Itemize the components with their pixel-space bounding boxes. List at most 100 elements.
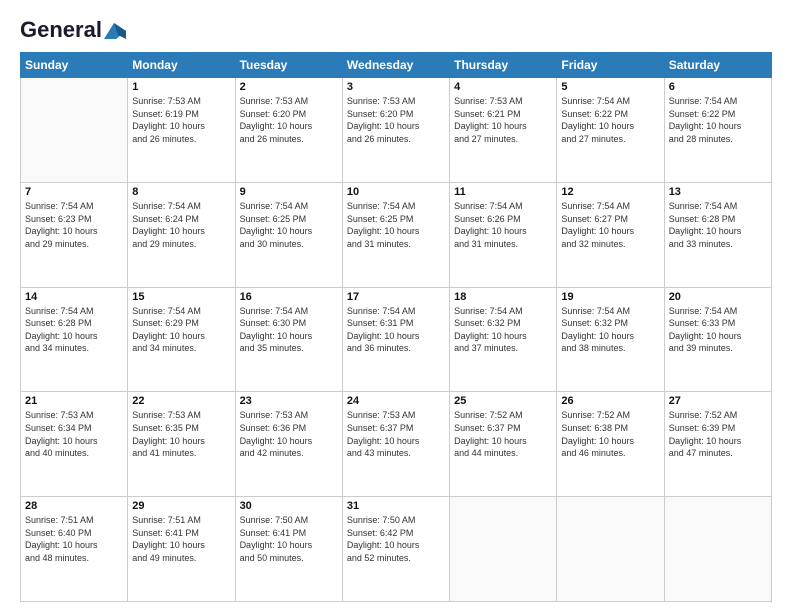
day-info: Sunrise: 7:54 AM Sunset: 6:31 PM Dayligh… [347, 305, 445, 355]
day-number: 4 [454, 81, 552, 93]
calendar-cell: 23 Sunrise: 7:53 AM Sunset: 6:36 PM Dayli… [235, 392, 342, 497]
calendar-cell: 26Sunrise: 7:52 AM Sunset: 6:38 PM Dayli… [557, 392, 664, 497]
day-number: 19 [561, 291, 659, 303]
calendar-cell: 4 Sunrise: 7:53 AM Sunset: 6:21 PM Daylig… [450, 78, 557, 183]
day-info: Sunrise: 7:53 AM Sunset: 6:21 PM Dayligh… [454, 95, 552, 145]
calendar-cell: 20 Sunrise: 7:54 AM Sunset: 6:33 PM Dayli… [664, 287, 771, 392]
calendar-cell [664, 497, 771, 602]
calendar-cell [21, 78, 128, 183]
calendar-cell: 18 Sunrise: 7:54 AM Sunset: 6:32 PM Dayli… [450, 287, 557, 392]
day-info: Sunrise: 7:54 AM Sunset: 6:24 PM Dayligh… [132, 200, 230, 250]
day-number: 10 [347, 186, 445, 198]
day-info: Sunrise: 7:52 AM Sunset: 6:39 PM Dayligh… [669, 409, 767, 459]
day-number: 20 [669, 291, 767, 303]
day-info: Sunrise: 7:54 AM Sunset: 6:32 PM Dayligh… [561, 305, 659, 355]
day-number: 15 [132, 291, 230, 303]
calendar-cell: 6 Sunrise: 7:54 AM Sunset: 6:22 PM Daylig… [664, 78, 771, 183]
calendar-week-row: 28 Sunrise: 7:51 AM Sunset: 6:40 PM Dayli… [21, 497, 772, 602]
col-header-thursday: Thursday [450, 53, 557, 78]
calendar-cell: 28 Sunrise: 7:51 AM Sunset: 6:40 PM Dayli… [21, 497, 128, 602]
page: General SundayMondayTuesdayWednesdayThur… [0, 0, 792, 612]
calendar-cell: 21 Sunrise: 7:53 AM Sunset: 6:34 PM Dayli… [21, 392, 128, 497]
calendar-cell: 31Sunrise: 7:50 AM Sunset: 6:42 PM Dayli… [342, 497, 449, 602]
col-header-wednesday: Wednesday [342, 53, 449, 78]
day-number: 16 [240, 291, 338, 303]
day-number: 25 [454, 395, 552, 407]
day-number: 7 [25, 186, 123, 198]
day-info: Sunrise: 7:54 AM Sunset: 6:28 PM Dayligh… [669, 200, 767, 250]
calendar-week-row: 14 Sunrise: 7:54 AM Sunset: 6:28 PM Dayli… [21, 287, 772, 392]
day-number: 12 [561, 186, 659, 198]
col-header-saturday: Saturday [664, 53, 771, 78]
calendar-cell: 22 Sunrise: 7:53 AM Sunset: 6:35 PM Dayli… [128, 392, 235, 497]
day-number: 30 [240, 500, 338, 512]
day-info: Sunrise: 7:51 AM Sunset: 6:41 PM Dayligh… [132, 514, 230, 564]
day-info: Sunrise: 7:51 AM Sunset: 6:40 PM Dayligh… [25, 514, 123, 564]
col-header-friday: Friday [557, 53, 664, 78]
calendar-header-row: SundayMondayTuesdayWednesdayThursdayFrid… [21, 53, 772, 78]
day-info: Sunrise: 7:50 AM Sunset: 6:42 PM Dayligh… [347, 514, 445, 564]
day-info: Sunrise: 7:53 AM Sunset: 6:34 PM Dayligh… [25, 409, 123, 459]
day-info: Sunrise: 7:54 AM Sunset: 6:28 PM Dayligh… [25, 305, 123, 355]
calendar-week-row: 21 Sunrise: 7:53 AM Sunset: 6:34 PM Dayli… [21, 392, 772, 497]
calendar-cell: 27 Sunrise: 7:52 AM Sunset: 6:39 PM Dayli… [664, 392, 771, 497]
day-info: Sunrise: 7:52 AM Sunset: 6:38 PM Dayligh… [561, 409, 659, 459]
calendar-cell: 24Sunrise: 7:53 AM Sunset: 6:37 PM Dayli… [342, 392, 449, 497]
day-number: 8 [132, 186, 230, 198]
day-info: Sunrise: 7:54 AM Sunset: 6:32 PM Dayligh… [454, 305, 552, 355]
day-info: Sunrise: 7:54 AM Sunset: 6:33 PM Dayligh… [669, 305, 767, 355]
day-info: Sunrise: 7:54 AM Sunset: 6:30 PM Dayligh… [240, 305, 338, 355]
calendar-cell: 8 Sunrise: 7:54 AM Sunset: 6:24 PM Daylig… [128, 182, 235, 287]
col-header-sunday: Sunday [21, 53, 128, 78]
day-number: 29 [132, 500, 230, 512]
calendar-cell: 11 Sunrise: 7:54 AM Sunset: 6:26 PM Dayli… [450, 182, 557, 287]
day-number: 9 [240, 186, 338, 198]
day-number: 13 [669, 186, 767, 198]
calendar-cell: 9 Sunrise: 7:54 AM Sunset: 6:25 PM Daylig… [235, 182, 342, 287]
day-number: 21 [25, 395, 123, 407]
day-number: 3 [347, 81, 445, 93]
day-number: 14 [25, 291, 123, 303]
logo-general: General [20, 18, 126, 42]
calendar-cell: 5Sunrise: 7:54 AM Sunset: 6:22 PM Daylig… [557, 78, 664, 183]
header: General [20, 18, 772, 42]
day-info: Sunrise: 7:54 AM Sunset: 6:27 PM Dayligh… [561, 200, 659, 250]
day-info: Sunrise: 7:53 AM Sunset: 6:20 PM Dayligh… [347, 95, 445, 145]
day-number: 11 [454, 186, 552, 198]
calendar-cell: 14 Sunrise: 7:54 AM Sunset: 6:28 PM Dayli… [21, 287, 128, 392]
day-info: Sunrise: 7:53 AM Sunset: 6:35 PM Dayligh… [132, 409, 230, 459]
calendar-cell [557, 497, 664, 602]
day-info: Sunrise: 7:54 AM Sunset: 6:22 PM Dayligh… [669, 95, 767, 145]
day-info: Sunrise: 7:54 AM Sunset: 6:25 PM Dayligh… [347, 200, 445, 250]
day-number: 28 [25, 500, 123, 512]
day-number: 1 [132, 81, 230, 93]
calendar-cell: 3 Sunrise: 7:53 AM Sunset: 6:20 PM Daylig… [342, 78, 449, 183]
day-number: 23 [240, 395, 338, 407]
col-header-monday: Monday [128, 53, 235, 78]
day-info: Sunrise: 7:54 AM Sunset: 6:22 PM Dayligh… [561, 95, 659, 145]
day-info: Sunrise: 7:53 AM Sunset: 6:19 PM Dayligh… [132, 95, 230, 145]
calendar-cell: 10 Sunrise: 7:54 AM Sunset: 6:25 PM Dayli… [342, 182, 449, 287]
calendar-table: SundayMondayTuesdayWednesdayThursdayFrid… [20, 52, 772, 602]
day-number: 18 [454, 291, 552, 303]
day-info: Sunrise: 7:54 AM Sunset: 6:26 PM Dayligh… [454, 200, 552, 250]
calendar-week-row: 7 Sunrise: 7:54 AM Sunset: 6:23 PM Daylig… [21, 182, 772, 287]
col-header-tuesday: Tuesday [235, 53, 342, 78]
logo-bird-icon [104, 23, 126, 39]
calendar-cell [450, 497, 557, 602]
day-info: Sunrise: 7:53 AM Sunset: 6:37 PM Dayligh… [347, 409, 445, 459]
calendar-cell: 25 Sunrise: 7:52 AM Sunset: 6:37 PM Dayli… [450, 392, 557, 497]
day-number: 22 [132, 395, 230, 407]
day-info: Sunrise: 7:54 AM Sunset: 6:23 PM Dayligh… [25, 200, 123, 250]
calendar-cell: 2Sunrise: 7:53 AM Sunset: 6:20 PM Daylig… [235, 78, 342, 183]
day-info: Sunrise: 7:50 AM Sunset: 6:41 PM Dayligh… [240, 514, 338, 564]
calendar-cell: 30 Sunrise: 7:50 AM Sunset: 6:41 PM Dayli… [235, 497, 342, 602]
calendar-cell: 1 Sunrise: 7:53 AM Sunset: 6:19 PM Daylig… [128, 78, 235, 183]
day-info: Sunrise: 7:54 AM Sunset: 6:25 PM Dayligh… [240, 200, 338, 250]
day-number: 6 [669, 81, 767, 93]
day-info: Sunrise: 7:53 AM Sunset: 6:36 PM Dayligh… [240, 409, 338, 459]
day-number: 27 [669, 395, 767, 407]
calendar-cell: 7 Sunrise: 7:54 AM Sunset: 6:23 PM Daylig… [21, 182, 128, 287]
day-info: Sunrise: 7:52 AM Sunset: 6:37 PM Dayligh… [454, 409, 552, 459]
day-number: 17 [347, 291, 445, 303]
